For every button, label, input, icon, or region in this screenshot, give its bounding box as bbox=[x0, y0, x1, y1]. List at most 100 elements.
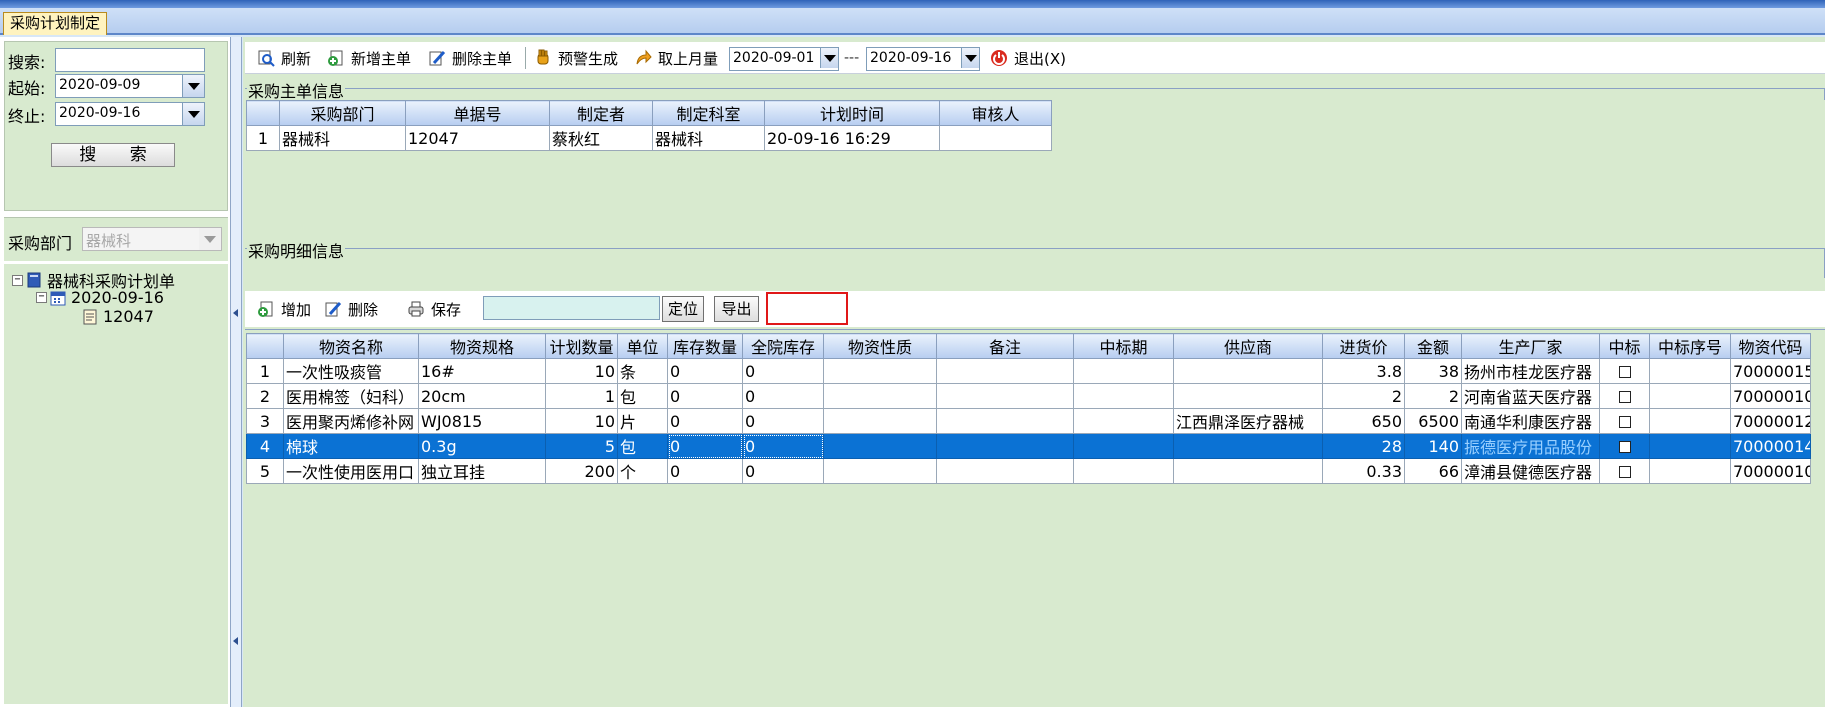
search-panel: 搜索: 起始: 2020-09-09 终止: 2020-09-16 搜 索 bbox=[4, 41, 228, 211]
master-column-header[interactable]: 采购部门 bbox=[279, 100, 406, 126]
row-number: 5 bbox=[246, 458, 284, 484]
delete-master-button[interactable]: 删除主单 bbox=[428, 47, 512, 69]
detail-cell-spec: 独立耳挂 bbox=[418, 458, 546, 484]
bid-checkbox[interactable] bbox=[1618, 366, 1631, 378]
detail-column-header[interactable]: 单位 bbox=[617, 333, 668, 359]
detail-column-header[interactable]: 物资名称 bbox=[283, 333, 419, 359]
detail-column-header[interactable]: 物资代码 bbox=[1730, 333, 1811, 359]
detail-column-header[interactable]: 供应商 bbox=[1173, 333, 1323, 359]
save-button[interactable]: 保存 bbox=[407, 298, 461, 320]
refresh-button[interactable]: 刷新 bbox=[257, 47, 311, 69]
exit-button[interactable]: 退出(X) bbox=[990, 47, 1066, 69]
save-label: 保存 bbox=[431, 300, 462, 319]
detail-column-header[interactable]: 中标期 bbox=[1073, 333, 1174, 359]
end-date-dropdown[interactable] bbox=[182, 103, 204, 125]
add-icon bbox=[257, 300, 275, 318]
detail-row[interactable]: 5 一次性使用医用口 独立耳挂 200 个 0 0 0.33 66 漳浦县健德医疗器 7000001… bbox=[246, 458, 1811, 484]
detail-column-header[interactable]: 生产厂家 bbox=[1461, 333, 1600, 359]
collapse-icon[interactable]: − bbox=[12, 274, 23, 286]
detail-row[interactable]: 2 医用棉签（妇科） 20cm 1 包 0 0 2 2 河南省蓝天医疗器 70000010 bbox=[246, 383, 1811, 409]
master-column-header[interactable]: 单据号 bbox=[405, 100, 550, 126]
highlight-box bbox=[766, 292, 848, 325]
export-button[interactable]: 导出 bbox=[714, 296, 759, 322]
start-date-picker[interactable]: 2020-09-09 bbox=[55, 74, 205, 98]
detail-cell-supplier bbox=[1173, 383, 1323, 409]
date-to-picker[interactable]: 2020-09-16 bbox=[866, 47, 980, 71]
search-button[interactable]: 搜 索 bbox=[51, 143, 175, 167]
master-column-header[interactable]: 审核人 bbox=[939, 100, 1052, 126]
detail-cell-bid[interactable] bbox=[1599, 458, 1650, 484]
detail-cell-bid[interactable] bbox=[1599, 408, 1650, 434]
detail-column-header[interactable]: 全院库存 bbox=[742, 333, 824, 359]
bid-checkbox[interactable] bbox=[1618, 441, 1631, 453]
row-number: 4 bbox=[246, 433, 284, 459]
detail-cell-bid[interactable] bbox=[1599, 358, 1650, 384]
detail-cell-stock: 0 bbox=[667, 458, 743, 484]
detail-row[interactable]: 1 一次性吸痰管 16# 10 条 0 0 3.8 38 扬州市桂龙医疗器 70000015 bbox=[246, 358, 1811, 384]
master-column-header[interactable]: 计划时间 bbox=[764, 100, 940, 126]
panel-splitter[interactable] bbox=[231, 37, 242, 707]
detail-column-header[interactable]: 中标 bbox=[1599, 333, 1650, 359]
master-column-header[interactable]: 制定者 bbox=[549, 100, 653, 126]
detail-cell-qty: 1 bbox=[545, 383, 618, 409]
add-master-button[interactable]: 新增主单 bbox=[327, 47, 411, 69]
detail-cell-code: 70000012 bbox=[1730, 408, 1811, 434]
detail-column-header[interactable]: 进货价 bbox=[1322, 333, 1405, 359]
date-from-dropdown[interactable] bbox=[820, 48, 838, 68]
bid-checkbox[interactable] bbox=[1618, 416, 1631, 428]
dept-dropdown[interactable] bbox=[199, 228, 221, 250]
detail-cell-maker: 振德医疗用品股份 bbox=[1461, 433, 1600, 459]
detail-cell-bid-no bbox=[1649, 383, 1731, 409]
detail-column-header[interactable]: 备注 bbox=[936, 333, 1074, 359]
document-icon bbox=[82, 309, 98, 325]
detail-cell-bid[interactable] bbox=[1599, 383, 1650, 409]
detail-cell-bid[interactable] bbox=[1599, 433, 1650, 459]
master-group-title: 采购主单信息 bbox=[247, 78, 346, 102]
refresh-label: 刷新 bbox=[281, 49, 312, 68]
collapse-left-icon[interactable] bbox=[233, 637, 238, 645]
delete-row-button[interactable]: 删除 bbox=[324, 298, 378, 320]
take-last-month-button[interactable]: 取上月量 bbox=[634, 47, 718, 69]
master-cell-time: 20-09-16 16:29 bbox=[764, 125, 940, 151]
collapse-icon[interactable]: − bbox=[36, 292, 47, 303]
master-row[interactable]: 1 器械科 12047 蔡秋红 器械科 20-09-16 16:29 bbox=[246, 125, 1052, 151]
detail-cell-all-stock: 0 bbox=[742, 358, 824, 384]
detail-cell-price: 650 bbox=[1322, 408, 1405, 434]
warn-generate-label: 预警生成 bbox=[558, 49, 619, 68]
detail-row[interactable]: 4 棉球 0.3g 5 包 0 0 28 140 振德医疗用品股份 70000014 bbox=[246, 433, 1811, 459]
date-to-dropdown[interactable] bbox=[961, 48, 979, 68]
detail-column-header[interactable]: 金额 bbox=[1404, 333, 1462, 359]
master-column-header[interactable]: 制定科室 bbox=[652, 100, 765, 126]
edit-document-icon bbox=[428, 49, 446, 67]
collapse-left-icon[interactable] bbox=[233, 309, 238, 317]
add-row-button[interactable]: 增加 bbox=[257, 298, 311, 320]
bid-checkbox[interactable] bbox=[1618, 391, 1631, 403]
search-input[interactable] bbox=[55, 48, 205, 72]
detail-column-header[interactable]: 计划数量 bbox=[545, 333, 618, 359]
detail-row[interactable]: 3 医用聚丙烯修补网 WJ0815 10 片 0 0 江西鼎泽医疗器械 650 6500 南通华利康… bbox=[246, 408, 1811, 434]
detail-group-title: 采购明细信息 bbox=[247, 238, 346, 262]
hand-icon bbox=[534, 49, 552, 67]
dept-select[interactable]: 器械科 bbox=[82, 227, 222, 251]
detail-toolbar: 增加 删除 保存 定位 导出 bbox=[245, 291, 1825, 327]
detail-cell-code: 70000010 bbox=[1730, 383, 1811, 409]
bid-checkbox[interactable] bbox=[1618, 466, 1631, 478]
detail-column-header[interactable]: 库存数量 bbox=[667, 333, 743, 359]
end-date-picker[interactable]: 2020-09-16 bbox=[55, 102, 205, 126]
locate-input[interactable] bbox=[483, 296, 660, 320]
exit-label: 退出(X) bbox=[1014, 49, 1066, 68]
tree-node-date[interactable]: − 2020-09-16 bbox=[36, 288, 164, 307]
detail-column-header[interactable]: 中标序号 bbox=[1649, 333, 1731, 359]
detail-cell-spec: 0.3g bbox=[418, 433, 546, 459]
tree-node-doc[interactable]: 12047 bbox=[82, 307, 154, 326]
detail-column-header[interactable]: 物资规格 bbox=[418, 333, 546, 359]
detail-cell-qty: 10 bbox=[545, 408, 618, 434]
start-date-dropdown[interactable] bbox=[182, 75, 204, 97]
master-cell-dept: 器械科 bbox=[279, 125, 406, 151]
warn-generate-button[interactable]: 预警生成 bbox=[534, 47, 618, 69]
date-from-picker[interactable]: 2020-09-01 bbox=[729, 47, 839, 71]
detail-cell-code: 70000010 bbox=[1730, 458, 1811, 484]
locate-button[interactable]: 定位 bbox=[662, 296, 704, 322]
tab-purchase-plan[interactable]: 采购计划制定 bbox=[3, 12, 108, 35]
detail-column-header[interactable]: 物资性质 bbox=[823, 333, 937, 359]
